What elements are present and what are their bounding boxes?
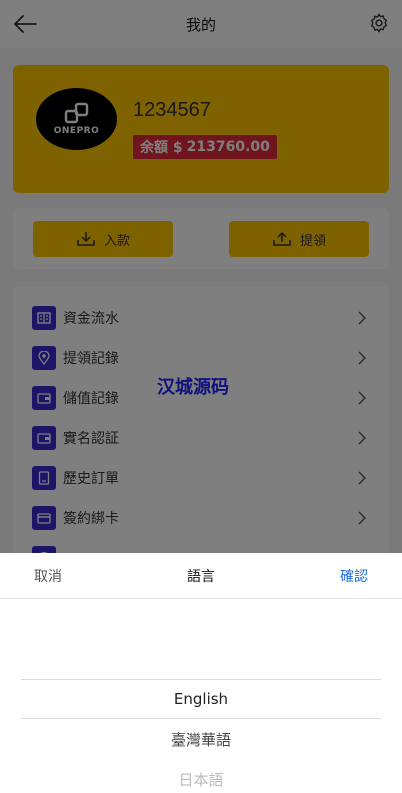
picker-toolbar: 取消 語言 確認 bbox=[0, 553, 402, 599]
language-picker-sheet: 取消 語言 確認 English 臺灣華語 日本語 bbox=[0, 553, 402, 793]
confirm-button[interactable]: 確認 bbox=[340, 566, 368, 586]
language-option-taiwanese-mandarin[interactable]: 臺灣華語 bbox=[0, 719, 402, 759]
language-option-english[interactable]: English bbox=[0, 679, 402, 719]
language-option-japanese[interactable]: 日本語 bbox=[0, 759, 402, 793]
cancel-button[interactable]: 取消 bbox=[34, 566, 62, 586]
picker-title: 語言 bbox=[187, 568, 215, 585]
language-picker-wheel[interactable]: English 臺灣華語 日本語 bbox=[0, 599, 402, 793]
